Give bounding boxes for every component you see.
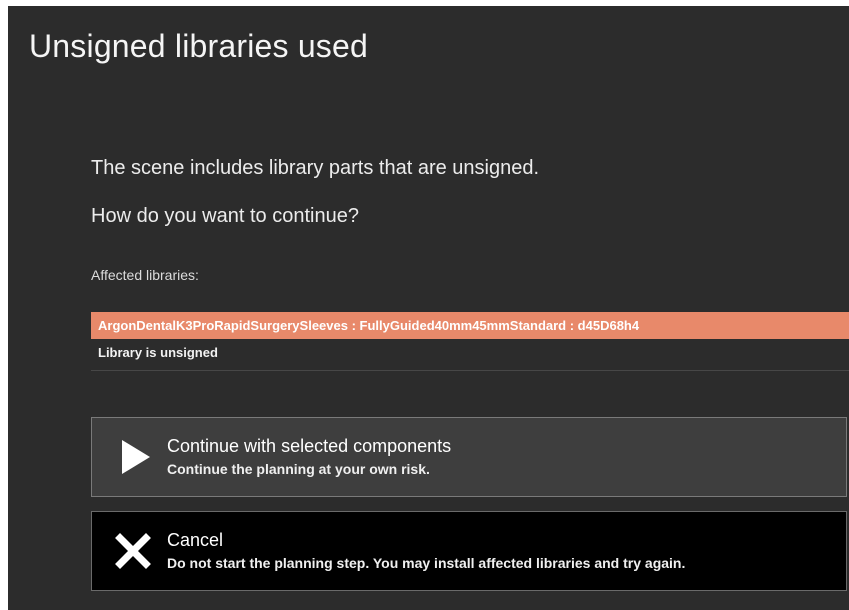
continue-button-title: Continue with selected components: [167, 436, 452, 456]
dialog-title: Unsigned libraries used: [29, 28, 369, 64]
dialog-message: The scene includes library parts that ar…: [91, 157, 540, 179]
close-icon: [115, 533, 151, 569]
affected-libraries-label: Affected libraries:: [91, 267, 199, 283]
dialog-question: How do you want to continue?: [91, 205, 359, 227]
library-divider: [91, 370, 849, 371]
continue-button-description: Continue the planning at your own risk.: [167, 461, 430, 477]
continue-button[interactable]: Continue with selected components Contin…: [91, 417, 847, 497]
unsigned-libraries-dialog: Unsigned libraries used The scene includ…: [8, 6, 849, 610]
library-row[interactable]: ArgonDentalK3ProRapidSurgerySleeves : Fu…: [91, 312, 849, 339]
play-icon: [122, 440, 150, 474]
cancel-button-description: Do not start the planning step. You may …: [167, 555, 686, 571]
library-status: Library is unsigned: [98, 345, 218, 360]
cancel-button-title: Cancel: [167, 530, 224, 550]
cancel-button[interactable]: Cancel Do not start the planning step. Y…: [91, 511, 847, 591]
